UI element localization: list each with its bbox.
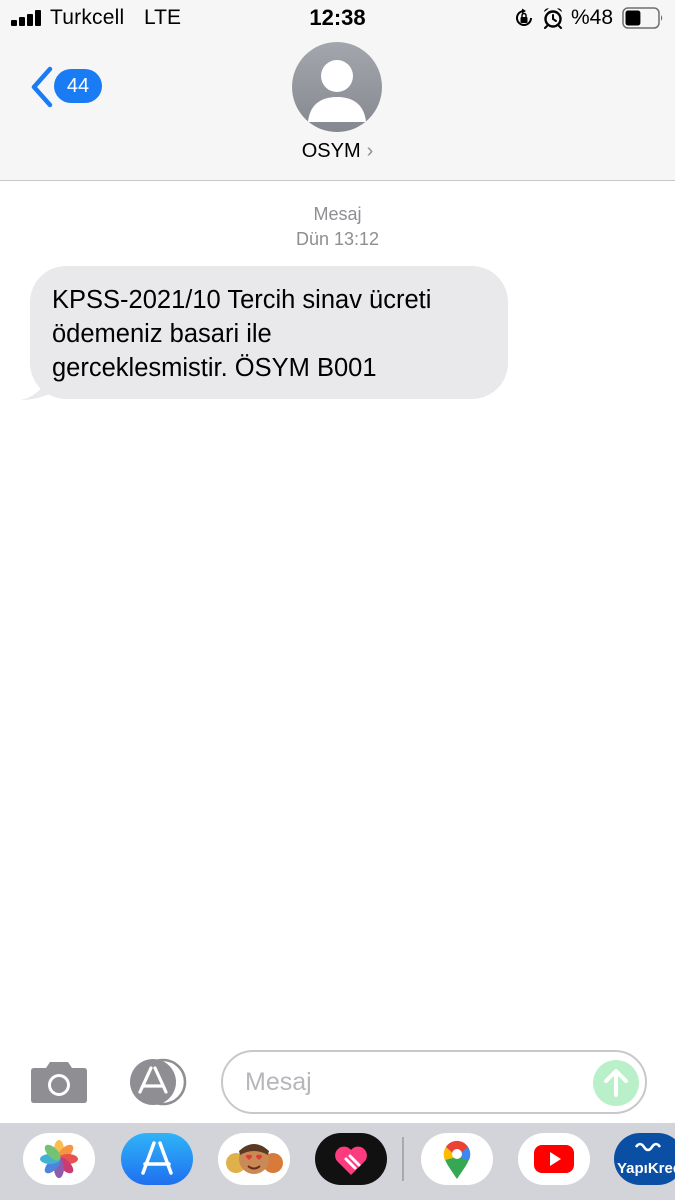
rotation-lock-icon [516, 8, 532, 26]
heart-glyph [335, 1146, 367, 1175]
memoji-icon[interactable] [218, 1133, 290, 1185]
send-button[interactable] [593, 1060, 639, 1106]
avatar[interactable] [292, 42, 382, 132]
message-line: KPSS-2021/10 Tercih sinav ücreti [52, 286, 432, 314]
yapikredi-label: YapıKredi [617, 1160, 675, 1177]
person-icon [308, 60, 366, 122]
camera-icon[interactable] [30, 1058, 88, 1104]
battery-icon [622, 7, 663, 29]
message-timestamp: Dün 13:12 [295, 229, 380, 249]
message-text: KPSS-2021/10 Tercih sinav ücreti ödemeni… [30, 266, 508, 399]
message-bubble-incoming[interactable]: KPSS-2021/10 Tercih sinav ücreti ödemeni… [18, 266, 513, 402]
google-maps-icon[interactable] [421, 1133, 493, 1185]
alarm-icon [544, 8, 562, 29]
app-store-icon[interactable] [121, 1133, 193, 1185]
chevron-left-icon [31, 66, 53, 108]
message-input-container [221, 1050, 647, 1114]
yapikredi-icon[interactable]: YapıKredi [614, 1133, 675, 1185]
digital-touch-icon[interactable] [315, 1133, 387, 1185]
status-bar: Turkcell LTE 12:38 %48 [0, 0, 675, 36]
app-store-button-icon[interactable] [126, 1058, 192, 1106]
message-input[interactable] [245, 1052, 575, 1112]
yapikredi-logo: YapıKredi [617, 1142, 675, 1177]
photos-icon[interactable] [23, 1133, 95, 1185]
contact-name-button[interactable]: OSYM › [0, 140, 675, 163]
unread-badge: 44 [54, 69, 102, 103]
arrow-up-icon [604, 1069, 628, 1097]
message-service-label: Mesaj [313, 204, 362, 224]
back-button[interactable]: 44 [28, 66, 108, 108]
app-store-glyph [141, 1141, 173, 1175]
message-line: gerceklesmistir. ÖSYM B001 [52, 354, 377, 382]
memoji-faces [226, 1144, 283, 1174]
youtube-icon[interactable] [518, 1133, 590, 1185]
youtube-glyph [534, 1145, 574, 1173]
drawer-divider [402, 1137, 404, 1181]
chevron-right-icon: › [366, 140, 374, 162]
map-pin-glyph [443, 1140, 471, 1179]
photos-flower [40, 1140, 78, 1178]
conversation-header: 44 OSYM › [0, 36, 675, 181]
imessage-app-drawer: YapıKredi [0, 1123, 675, 1200]
battery-percentage: %48 [571, 6, 614, 29]
message-line: ödemeniz basari ile [52, 320, 272, 348]
contact-name: OSYM [301, 140, 361, 162]
